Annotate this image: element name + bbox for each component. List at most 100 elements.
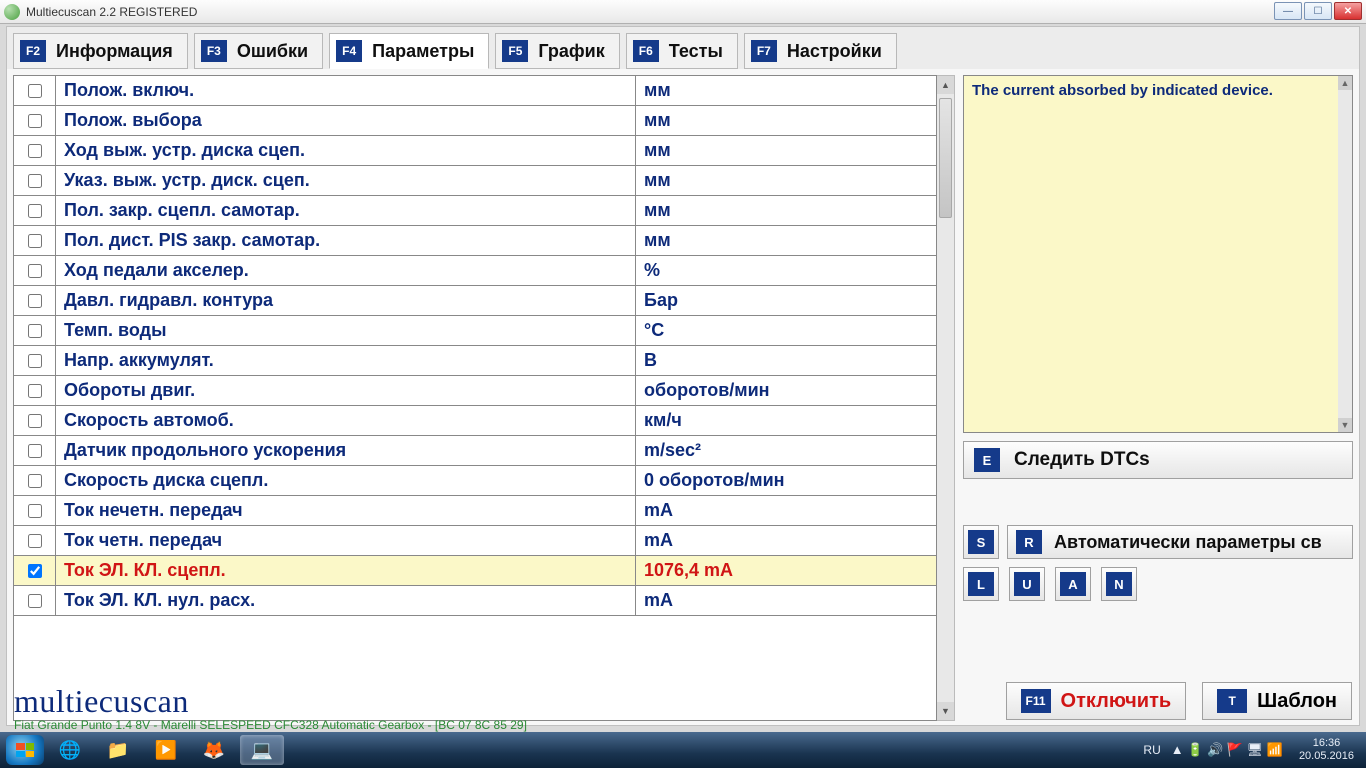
param-checkbox[interactable]: [28, 594, 42, 608]
param-checkbox[interactable]: [28, 474, 42, 488]
param-name: Пол. закр. сцепл. самотар.: [56, 196, 636, 225]
window-body: F2ИнформацияF3ОшибкиF4ПараметрыF5ГрафикF…: [6, 26, 1360, 726]
param-checkbox[interactable]: [28, 534, 42, 548]
app-logo: multiecuscan: [14, 683, 189, 720]
scroll-down-icon[interactable]: ▼: [1338, 418, 1352, 432]
checkbox-cell: [14, 316, 56, 345]
param-row[interactable]: Ход педали акселер.%: [14, 256, 936, 286]
tab-f2[interactable]: F2Информация: [13, 33, 188, 69]
param-row[interactable]: Полож. выборамм: [14, 106, 936, 136]
param-checkbox[interactable]: [28, 414, 42, 428]
u-key-button[interactable]: U: [1009, 567, 1045, 601]
param-name: Обороты двиг.: [56, 376, 636, 405]
param-row[interactable]: Ток ЭЛ. КЛ. нул. расх.mA: [14, 586, 936, 616]
language-indicator[interactable]: RU: [1143, 743, 1160, 757]
firefox-icon[interactable]: 🦊: [192, 735, 236, 765]
key-badge: L: [968, 572, 994, 596]
param-row[interactable]: Скорость диска сцепл.0 оборотов/мин: [14, 466, 936, 496]
key-badge: F5: [502, 40, 528, 62]
param-checkbox[interactable]: [28, 384, 42, 398]
scrollbar-thumb[interactable]: [939, 98, 952, 218]
n-key-button[interactable]: N: [1101, 567, 1137, 601]
s-key-button[interactable]: S: [963, 525, 999, 559]
a-key-button[interactable]: A: [1055, 567, 1091, 601]
scroll-up-icon[interactable]: ▲: [937, 76, 954, 94]
tray-icons[interactable]: ▲ 🔋 🔊 🚩 🖥 📶: [1171, 742, 1283, 758]
param-row[interactable]: Ход выж. устр. диска сцеп.мм: [14, 136, 936, 166]
param-value: mA: [636, 586, 936, 615]
tab-f3[interactable]: F3Ошибки: [194, 33, 323, 69]
param-value: км/ч: [636, 406, 936, 435]
button-label: Отключить: [1061, 690, 1172, 713]
watch-dtc-button[interactable]: E Следить DTCs: [963, 441, 1353, 479]
clock-date: 20.05.2016: [1299, 750, 1354, 763]
param-row[interactable]: Обороты двиг.оборотов/мин: [14, 376, 936, 406]
clock[interactable]: 16:36 20.05.2016: [1293, 737, 1360, 763]
ie-icon[interactable]: 🌐: [48, 735, 92, 765]
param-checkbox[interactable]: [28, 294, 42, 308]
vertical-scrollbar[interactable]: ▲ ▼: [937, 75, 955, 721]
info-scrollbar[interactable]: ▲ ▼: [1338, 76, 1352, 432]
minimize-button[interactable]: —: [1274, 2, 1302, 20]
system-tray: RU ▲ 🔋 🔊 🚩 🖥 📶 16:36 20.05.2016: [1143, 737, 1360, 763]
param-row[interactable]: Пол. дист. PIS закр. самотар.мм: [14, 226, 936, 256]
tab-label: Информация: [56, 41, 173, 62]
checkbox-cell: [14, 586, 56, 615]
param-row[interactable]: Ток нечетн. передачmA: [14, 496, 936, 526]
scroll-up-icon[interactable]: ▲: [1338, 76, 1352, 90]
tab-f4[interactable]: F4Параметры: [329, 33, 489, 69]
param-checkbox[interactable]: [28, 234, 42, 248]
l-key-button[interactable]: L: [963, 567, 999, 601]
param-row[interactable]: Напр. аккумулят.В: [14, 346, 936, 376]
window-controls: — ☐ ✕: [1274, 2, 1362, 20]
button-label: Шаблон: [1257, 690, 1337, 713]
start-button[interactable]: [6, 735, 44, 765]
param-checkbox[interactable]: [28, 324, 42, 338]
param-name: Ток ЭЛ. КЛ. нул. расх.: [56, 586, 636, 615]
param-checkbox[interactable]: [28, 144, 42, 158]
close-button[interactable]: ✕: [1334, 2, 1362, 20]
param-checkbox[interactable]: [28, 174, 42, 188]
param-checkbox[interactable]: [28, 444, 42, 458]
tab-label: Настройки: [787, 41, 882, 62]
param-row[interactable]: Скорость автомоб.км/ч: [14, 406, 936, 436]
param-row[interactable]: Пол. закр. сцепл. самотар.мм: [14, 196, 936, 226]
key-badge: F7: [751, 40, 777, 62]
param-row[interactable]: Давл. гидравл. контураБар: [14, 286, 936, 316]
param-value: %: [636, 256, 936, 285]
param-checkbox[interactable]: [28, 264, 42, 278]
checkbox-cell: [14, 406, 56, 435]
multiecuscan-icon[interactable]: 💻: [240, 735, 284, 765]
disconnect-button[interactable]: F11 Отключить: [1006, 682, 1187, 720]
param-name: Ход педали акселер.: [56, 256, 636, 285]
param-row[interactable]: Полож. включ.мм: [14, 76, 936, 106]
maximize-button[interactable]: ☐: [1304, 2, 1332, 20]
tab-f7[interactable]: F7 Настройки: [744, 33, 897, 69]
param-checkbox[interactable]: [28, 84, 42, 98]
param-value: мм: [636, 226, 936, 255]
param-value: mA: [636, 526, 936, 555]
param-checkbox[interactable]: [28, 354, 42, 368]
param-checkbox[interactable]: [28, 204, 42, 218]
param-checkbox[interactable]: [28, 114, 42, 128]
tab-label: График: [538, 41, 604, 62]
param-row[interactable]: Указ. выж. устр. диск. сцеп.мм: [14, 166, 936, 196]
param-checkbox[interactable]: [28, 564, 42, 578]
param-checkbox[interactable]: [28, 504, 42, 518]
param-row[interactable]: Ток четн. передачmA: [14, 526, 936, 556]
media-player-icon[interactable]: ▶️: [144, 735, 188, 765]
template-button[interactable]: T Шаблон: [1202, 682, 1352, 720]
checkbox-cell: [14, 346, 56, 375]
param-row[interactable]: Датчик продольного ускоренияm/sec²: [14, 436, 936, 466]
param-value: В: [636, 346, 936, 375]
key-badge: S: [968, 530, 994, 554]
params-pane: Полож. включ.ммПолож. выбораммХод выж. у…: [13, 75, 955, 721]
param-row[interactable]: Темп. воды°C: [14, 316, 936, 346]
auto-params-button[interactable]: R Автоматически параметры св: [1007, 525, 1353, 559]
param-row[interactable]: Ток ЭЛ. КЛ. сцепл.1076,4 mA: [14, 556, 936, 586]
tab-f6[interactable]: F6Тесты: [626, 33, 738, 69]
tab-f5[interactable]: F5 График: [495, 33, 619, 69]
param-name: Скорость автомоб.: [56, 406, 636, 435]
explorer-icon[interactable]: 📁: [96, 735, 140, 765]
auto-params-bar: S R Автоматически параметры св: [963, 525, 1353, 559]
